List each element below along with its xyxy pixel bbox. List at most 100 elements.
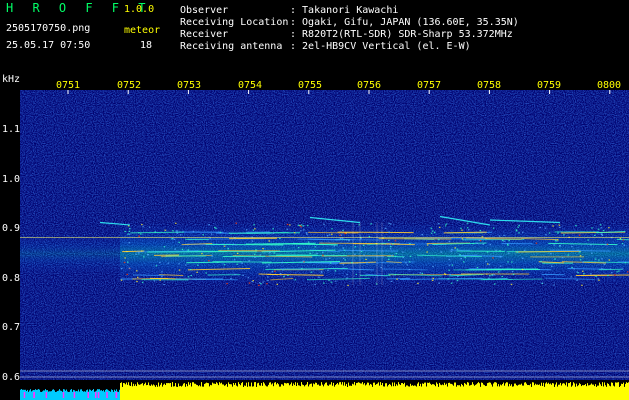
signal-speckle <box>571 246 573 248</box>
signal-speckle <box>211 255 214 257</box>
power-bar <box>603 386 604 400</box>
power-bar <box>368 382 369 400</box>
signal-speckle <box>408 261 411 263</box>
power-bar <box>21 389 22 400</box>
power-bar <box>138 384 139 400</box>
power-bar <box>101 390 102 400</box>
power-bar <box>182 385 183 400</box>
power-bar <box>89 389 90 400</box>
spectrogram-canvas <box>20 90 629 400</box>
signal-speckle <box>358 224 360 226</box>
signal-speckle <box>501 239 504 242</box>
signal-speckle <box>445 223 448 225</box>
power-bar <box>579 383 580 400</box>
power-bar <box>370 383 371 400</box>
power-bar <box>456 386 457 400</box>
signal-speckle <box>394 240 397 242</box>
power-bar <box>553 383 554 400</box>
power-bar <box>214 383 215 400</box>
power-bar <box>267 386 268 400</box>
signal-speckle <box>226 283 228 285</box>
power-bar <box>393 386 394 400</box>
signal-speckle <box>266 283 268 285</box>
power-bar <box>344 382 345 400</box>
power-bar <box>203 386 204 400</box>
power-bar <box>137 382 138 400</box>
power-bar <box>158 382 159 400</box>
power-bar <box>298 385 299 400</box>
signal-speckle <box>360 238 362 240</box>
power-bar <box>556 382 557 400</box>
signal-speckle <box>124 230 126 233</box>
power-bar <box>154 385 155 400</box>
signal-speckle <box>578 234 581 236</box>
signal-speckle <box>395 252 398 255</box>
power-bar <box>275 382 276 400</box>
power-bar <box>438 386 439 400</box>
y-tick-label: 0.8 <box>2 273 21 284</box>
power-bar <box>571 386 572 400</box>
power-bar <box>360 383 361 400</box>
power-bar <box>200 386 201 400</box>
signal-speckle <box>432 230 434 232</box>
power-bar <box>548 382 549 400</box>
signal-speckle <box>273 252 276 254</box>
power-bar <box>415 385 416 400</box>
power-bar <box>399 384 400 400</box>
signal-speckle <box>251 240 254 242</box>
power-bar <box>70 389 71 400</box>
power-bar <box>308 386 309 400</box>
signal-speckle <box>559 245 562 247</box>
power-bar <box>375 384 376 400</box>
signal-speckle <box>598 279 600 281</box>
power-bar <box>626 382 627 400</box>
power-bar <box>335 385 336 400</box>
signal-speckle <box>608 259 611 261</box>
meteor-label: meteor <box>124 25 161 36</box>
signal-speckle <box>141 223 143 226</box>
signal-speckle <box>600 227 603 229</box>
power-bar <box>153 384 154 400</box>
power-bar <box>242 382 243 400</box>
power-bar <box>243 386 244 400</box>
power-bar <box>113 391 114 400</box>
power-bar <box>329 384 330 400</box>
signal-speckle <box>196 271 198 273</box>
power-bar <box>595 384 596 400</box>
signal-speckle <box>129 228 131 230</box>
signal-speckle <box>577 272 579 274</box>
power-bar <box>199 385 200 400</box>
signal-speckle <box>583 273 585 275</box>
power-bar <box>229 384 230 400</box>
power-bar <box>220 383 221 400</box>
power-bar <box>531 386 532 400</box>
power-bar <box>561 385 562 400</box>
power-bar <box>312 386 313 400</box>
signal-speckle <box>608 227 610 229</box>
power-bar <box>269 382 270 400</box>
power-bar <box>85 391 86 400</box>
power-bar <box>488 382 489 400</box>
power-bar <box>38 389 39 400</box>
power-bar <box>174 386 175 400</box>
power-bar <box>483 384 484 400</box>
signal-speckle <box>488 277 490 279</box>
signal-speckle <box>489 275 491 277</box>
power-bar <box>100 390 101 400</box>
signal-speckle <box>205 272 207 274</box>
signal-speckle <box>254 256 256 259</box>
signal-speckle <box>161 276 163 278</box>
power-bar <box>508 386 509 400</box>
power-bar <box>601 386 602 400</box>
signal-speckle <box>392 243 394 245</box>
signal-speckle <box>301 268 303 270</box>
power-bar <box>297 382 298 400</box>
power-bar <box>343 385 344 400</box>
signal-speckle <box>159 261 161 264</box>
power-bar <box>420 383 421 400</box>
power-bar <box>323 386 324 400</box>
power-bar <box>150 385 151 400</box>
power-bar <box>250 386 251 400</box>
power-bar <box>351 385 352 400</box>
power-bar <box>567 386 568 400</box>
